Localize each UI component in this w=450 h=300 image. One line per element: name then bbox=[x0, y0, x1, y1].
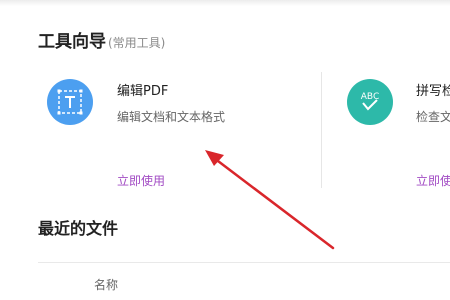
tools-section-title: 工具向导 bbox=[38, 32, 106, 52]
card-divider bbox=[321, 72, 322, 188]
recent-files-divider bbox=[38, 262, 450, 263]
top-shadow bbox=[0, 0, 450, 6]
use-now-link[interactable]: 立即使用 bbox=[117, 172, 165, 189]
tool-card-edit-pdf[interactable]: 编辑PDF 编辑文档和文本格式 立即使用 bbox=[30, 70, 320, 190]
recent-files-title: 最近的文件 bbox=[38, 219, 119, 238]
tools-section-subtitle: (常用工具) bbox=[108, 36, 166, 50]
tools-section-header: 工具向导 (常用工具) bbox=[38, 27, 165, 52]
abc-check-icon: ABC bbox=[347, 79, 393, 125]
edit-text-icon bbox=[47, 79, 93, 125]
column-header-name[interactable]: 名称 bbox=[94, 276, 118, 293]
tool-description: 检查文档中的拼写 bbox=[416, 110, 450, 124]
tool-name: 编辑PDF bbox=[117, 84, 169, 99]
use-now-link[interactable]: 立即使用 bbox=[416, 172, 450, 189]
tool-card-spell-check[interactable]: ABC 拼写检查 检查文档中的拼写 立即使用 bbox=[330, 70, 450, 190]
tool-name: 拼写检查 bbox=[416, 84, 450, 99]
tool-description: 编辑文档和文本格式 bbox=[117, 110, 226, 124]
